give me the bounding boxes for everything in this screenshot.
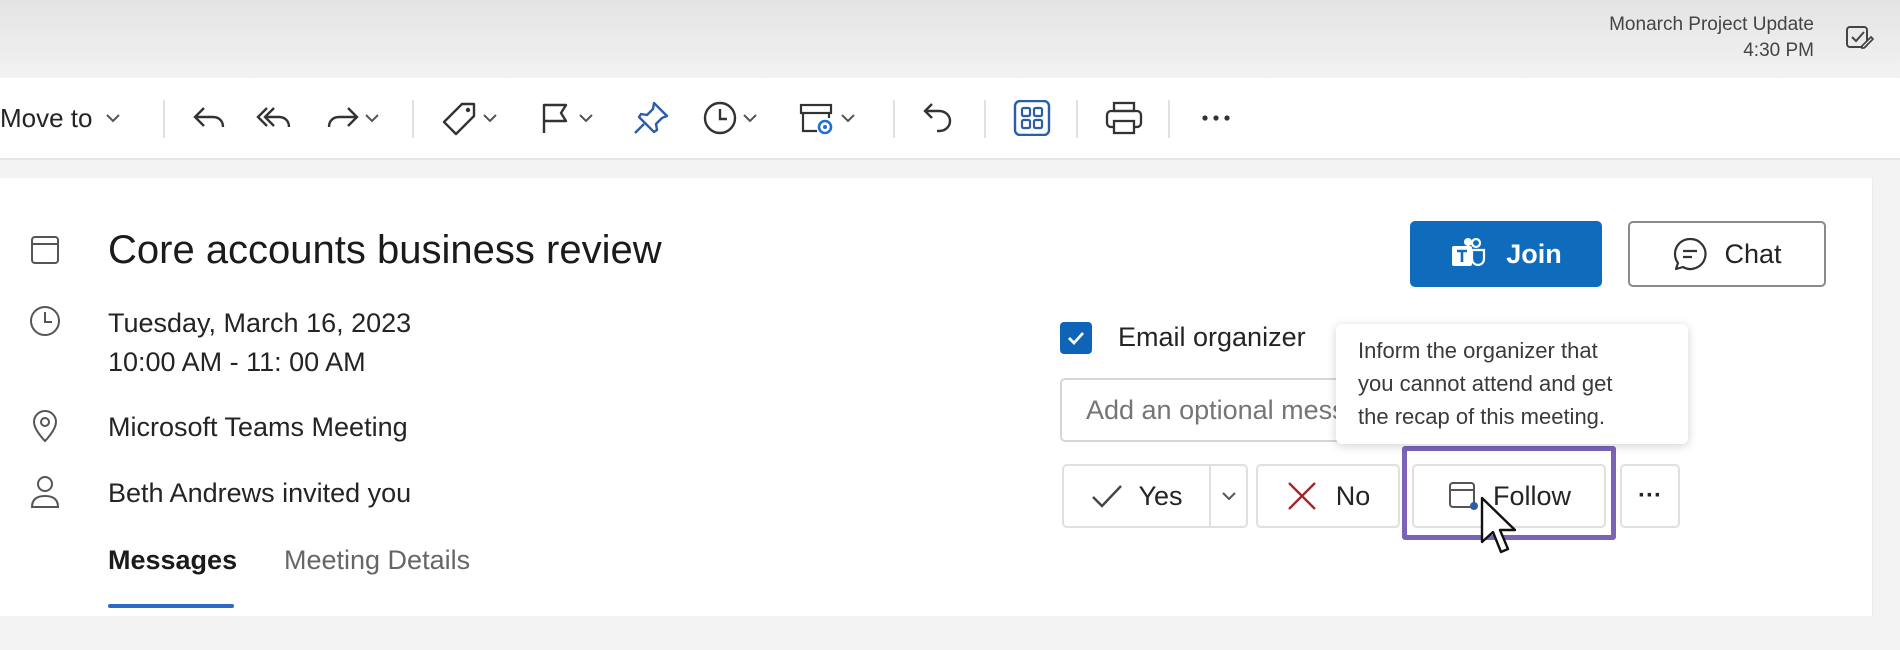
follow-tooltip: Inform the organizer that you cannot att… <box>1336 324 1688 444</box>
notification[interactable]: Monarch Project Update 4:30 PM <box>1609 12 1814 64</box>
close-icon <box>1286 480 1318 512</box>
print-icon <box>1104 100 1144 136</box>
flag-button[interactable] <box>536 96 596 140</box>
join-label: Join <box>1506 238 1562 269</box>
move-to-button[interactable]: Move to <box>0 96 123 140</box>
clock-icon <box>700 100 740 136</box>
yes-button-group: Yes <box>1062 464 1248 528</box>
more-rsvp-options-button[interactable]: ··· <box>1620 464 1680 528</box>
event-title: Core accounts business review <box>108 228 662 272</box>
toolbar-divider <box>893 100 895 138</box>
tooltip-line: Inform the organizer that <box>1358 338 1598 363</box>
email-organizer-checkbox[interactable] <box>1060 322 1092 354</box>
more-label: ··· <box>1638 482 1662 509</box>
calendar-icon <box>28 232 64 268</box>
no-button[interactable]: No <box>1256 464 1400 528</box>
event-invited-by: Beth Andrews invited you <box>108 478 412 508</box>
chat-label: Chat <box>1724 238 1782 269</box>
no-label: No <box>1335 480 1371 511</box>
forward-icon <box>322 100 362 136</box>
chevron-down-icon <box>103 108 123 128</box>
pin-icon <box>632 100 672 136</box>
toolbar-divider <box>163 100 165 138</box>
chevron-down-icon[interactable] <box>480 108 500 128</box>
chat-icon <box>1672 236 1708 272</box>
yes-button[interactable]: Yes <box>1064 466 1211 526</box>
reply-all-button[interactable] <box>255 96 295 140</box>
mouse-pointer-icon <box>1480 496 1520 556</box>
event-location: Microsoft Teams Meeting <box>108 412 408 442</box>
apps-icon <box>1012 100 1052 136</box>
categorize-button[interactable] <box>440 96 500 140</box>
tooltip-line: the recap of this meeting. <box>1358 404 1606 429</box>
yes-label: Yes <box>1138 480 1183 511</box>
reply-icon <box>190 100 230 136</box>
top-bar: Monarch Project Update 4:30 PM <box>0 0 1900 78</box>
toolbar-divider <box>984 100 986 138</box>
rules-icon <box>798 100 838 136</box>
rules-button[interactable] <box>798 96 858 140</box>
command-toolbar: Move to <box>0 78 1900 160</box>
chevron-down-icon <box>1219 486 1239 506</box>
undo-icon <box>920 100 960 136</box>
move-to-label: Move to <box>0 102 93 133</box>
forward-button[interactable] <box>322 96 382 140</box>
snooze-button[interactable] <box>700 96 760 140</box>
reply-all-icon <box>255 100 295 136</box>
chevron-down-icon[interactable] <box>362 108 382 128</box>
pin-button[interactable] <box>632 96 672 140</box>
yes-options-dropdown[interactable] <box>1211 466 1246 526</box>
tooltip-line: you cannot attend and get <box>1358 371 1613 396</box>
notification-title: Monarch Project Update <box>1609 14 1814 35</box>
chevron-down-icon[interactable] <box>576 108 596 128</box>
active-tab-indicator <box>108 604 234 608</box>
person-icon <box>28 474 64 510</box>
email-organizer-label: Email organizer <box>1118 322 1306 352</box>
more-icon <box>1196 100 1236 136</box>
apps-button[interactable] <box>1012 96 1052 140</box>
more-options-button[interactable] <box>1196 96 1236 140</box>
print-button[interactable] <box>1104 96 1144 140</box>
toolbar-divider <box>1168 100 1170 138</box>
tab-meeting-details[interactable]: Meeting Details <box>284 545 470 576</box>
chevron-down-icon[interactable] <box>740 108 760 128</box>
event-time: 10:00 AM - 11: 00 AM <box>108 347 366 377</box>
checkmark-icon <box>1068 332 1085 346</box>
event-date: Tuesday, March 16, 2023 <box>108 308 412 338</box>
join-button[interactable]: Join <box>1410 221 1602 287</box>
flag-icon <box>536 100 576 136</box>
toolbar-divider <box>412 100 414 138</box>
checkmark-edit-icon[interactable] <box>1844 22 1874 52</box>
checkmark-icon <box>1090 481 1124 511</box>
toolbar-divider <box>1076 100 1078 138</box>
tag-icon <box>440 100 480 136</box>
location-icon <box>28 408 64 444</box>
chat-button[interactable]: Chat <box>1628 221 1826 287</box>
tab-messages[interactable]: Messages <box>108 545 237 576</box>
reply-button[interactable] <box>190 96 230 140</box>
teams-icon <box>1450 236 1490 272</box>
undo-button[interactable] <box>920 96 960 140</box>
chevron-down-icon[interactable] <box>838 108 858 128</box>
notification-time: 4:30 PM <box>1743 40 1814 61</box>
clock-icon <box>28 303 64 339</box>
